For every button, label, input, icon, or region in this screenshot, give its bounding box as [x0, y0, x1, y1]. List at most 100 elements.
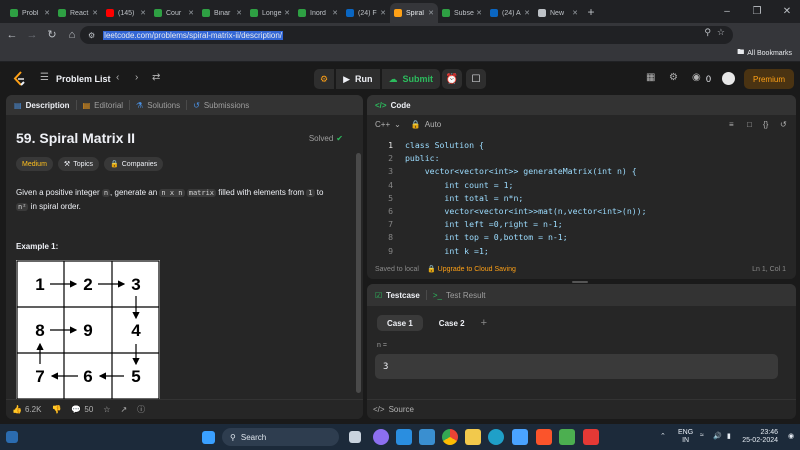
system-clock[interactable]: 23:46 25-02-2024	[742, 429, 778, 445]
browser-tab[interactable]: (24) A ✕	[486, 3, 534, 23]
tab-description[interactable]: ▤ Description	[14, 101, 70, 110]
tab-submissions[interactable]: ↺ Submissions	[193, 101, 249, 110]
widgets-icon[interactable]	[6, 431, 18, 443]
comments-button[interactable]: 💬 50	[71, 405, 93, 414]
tab-close-icon[interactable]: ✕	[188, 9, 194, 17]
browser-tab[interactable]: React ✕	[54, 3, 102, 23]
source-link[interactable]: </> Source	[367, 399, 796, 419]
user-avatar[interactable]	[722, 72, 735, 85]
close-window-button[interactable]: ✕	[772, 0, 800, 23]
back-icon[interactable]: ←	[2, 25, 22, 45]
browser-tab[interactable]: Probl ✕	[6, 3, 54, 23]
tab-solutions[interactable]: ⚗ Solutions	[136, 101, 180, 110]
browser-tab[interactable]: (145) ✕	[102, 3, 150, 23]
home-icon[interactable]: ⌂	[62, 25, 82, 45]
file-explorer-icon[interactable]	[465, 429, 481, 445]
tab-close-icon[interactable]: ✕	[236, 9, 242, 17]
edge-icon[interactable]	[488, 429, 504, 445]
tab-close-icon[interactable]: ✕	[428, 9, 434, 17]
auto-mode-toggle[interactable]: 🔒 Auto	[411, 120, 441, 129]
tab-close-icon[interactable]: ✕	[44, 9, 50, 17]
maximize-button[interactable]: ❐	[742, 0, 772, 23]
notes-button[interactable]: ☐	[466, 69, 486, 89]
meet-icon[interactable]	[373, 429, 389, 445]
wps-icon[interactable]	[583, 429, 599, 445]
tab-close-icon[interactable]: ✕	[476, 9, 482, 17]
upgrade-cloud-link[interactable]: 🔒 Upgrade to Cloud Saving	[427, 265, 516, 273]
tab-close-icon[interactable]: ✕	[140, 9, 146, 17]
code-editor[interactable]: 1 class Solution {2 public: 3 vector<vector…	[367, 139, 796, 264]
tab-testcase[interactable]: ☑ Testcase	[375, 291, 420, 300]
store-icon[interactable]	[512, 429, 528, 445]
help-button[interactable]: ⓘ	[137, 404, 145, 415]
language-select[interactable]: C++ ⌄	[375, 120, 401, 129]
tab-close-icon[interactable]: ✕	[572, 9, 578, 17]
battery-icon[interactable]: ▮	[727, 432, 731, 440]
run-button[interactable]: ▶ Run	[336, 69, 380, 89]
dislike-button[interactable]: 👎	[51, 405, 61, 414]
zoom-icon[interactable]: ⚲	[704, 27, 711, 38]
share-button[interactable]: ↗	[120, 405, 127, 414]
description-scrollbar[interactable]	[356, 153, 361, 393]
chrome-icon[interactable]	[442, 429, 458, 445]
layout-icon[interactable]: ▦	[646, 72, 655, 83]
panel-resize-handle[interactable]	[572, 281, 588, 283]
app-icon[interactable]	[559, 429, 575, 445]
prev-problem-icon[interactable]: ‹	[116, 72, 119, 83]
input-value-field[interactable]: 3	[375, 354, 778, 379]
windows-start-icon[interactable]	[202, 431, 215, 444]
add-case-button[interactable]: +	[481, 317, 487, 329]
browser-tab[interactable]: Longe ✕	[246, 3, 294, 23]
list-icon[interactable]: ☰	[40, 72, 49, 83]
tab-close-icon[interactable]: ✕	[92, 9, 98, 17]
wifi-icon[interactable]: ≈	[700, 432, 704, 439]
browser-tab[interactable]: New ✕	[534, 3, 582, 23]
leetcode-logo-icon[interactable]	[12, 71, 26, 87]
browser-tab[interactable]: Spiral ✕	[390, 3, 438, 23]
favorite-button[interactable]: ☆	[103, 405, 110, 414]
tab-close-icon[interactable]: ✕	[332, 9, 338, 17]
taskbar-search[interactable]: ⚲ Search	[222, 428, 339, 446]
next-problem-icon[interactable]: ›	[135, 72, 138, 83]
browser-tab[interactable]: Binar ✕	[198, 3, 246, 23]
reload-icon[interactable]: ↻	[42, 25, 62, 45]
forward-icon[interactable]: →	[22, 25, 42, 45]
difficulty-badge[interactable]: Medium	[16, 157, 53, 171]
tab-close-icon[interactable]: ✕	[524, 9, 530, 17]
browser-tab[interactable]: (24) F ✕	[342, 3, 390, 23]
tab-code[interactable]: </> Code	[375, 101, 411, 110]
site-info-icon[interactable]: ⚙	[88, 31, 95, 40]
companies-chip[interactable]: 🔒 Companies	[104, 157, 164, 171]
shuffle-icon[interactable]: ⇄	[152, 72, 160, 83]
format-icon[interactable]: ≡	[729, 120, 734, 129]
new-tab-button[interactable]: +	[582, 3, 600, 23]
tab-close-icon[interactable]: ✕	[380, 9, 386, 17]
bookmark-icon[interactable]: □	[747, 120, 752, 129]
debug-button[interactable]: ⚙	[314, 69, 335, 89]
browser-tab[interactable]: Cour ✕	[150, 3, 198, 23]
case-2-tab[interactable]: Case 2	[429, 315, 475, 331]
premium-button[interactable]: Premium	[744, 69, 794, 89]
brave-icon[interactable]	[536, 429, 552, 445]
tab-close-icon[interactable]: ✕	[284, 9, 290, 17]
monitor-icon[interactable]	[419, 429, 435, 445]
tray-chevron-icon[interactable]: ⌃	[660, 432, 666, 440]
minimize-button[interactable]: –	[712, 0, 742, 23]
tab-test-result[interactable]: >_ Test Result	[433, 291, 486, 300]
timer-button[interactable]: ⏰	[442, 69, 462, 89]
streak-icon[interactable]: ◉	[692, 72, 701, 83]
braces-icon[interactable]: {}	[763, 120, 768, 129]
bookmark-star-icon[interactable]: ☆	[717, 27, 725, 38]
case-1-tab[interactable]: Case 1	[377, 315, 423, 331]
reset-icon[interactable]: ↺	[780, 120, 787, 129]
vscode-icon[interactable]	[396, 429, 412, 445]
topics-chip[interactable]: ⚒ Topics	[57, 157, 100, 171]
task-view-icon[interactable]	[349, 431, 361, 443]
browser-tab[interactable]: Subse ✕	[438, 3, 486, 23]
submit-button[interactable]: ☁ Submit	[381, 69, 440, 89]
all-bookmarks-button[interactable]: 🖿 All Bookmarks	[737, 48, 792, 59]
problem-list-link[interactable]: Problem List	[56, 74, 111, 84]
like-button[interactable]: 👍 6.2K	[12, 405, 41, 414]
settings-icon[interactable]: ⚙	[669, 72, 678, 83]
url-text[interactable]: leetcode.com/problems/spiral-matrix-ii/d…	[103, 30, 284, 40]
